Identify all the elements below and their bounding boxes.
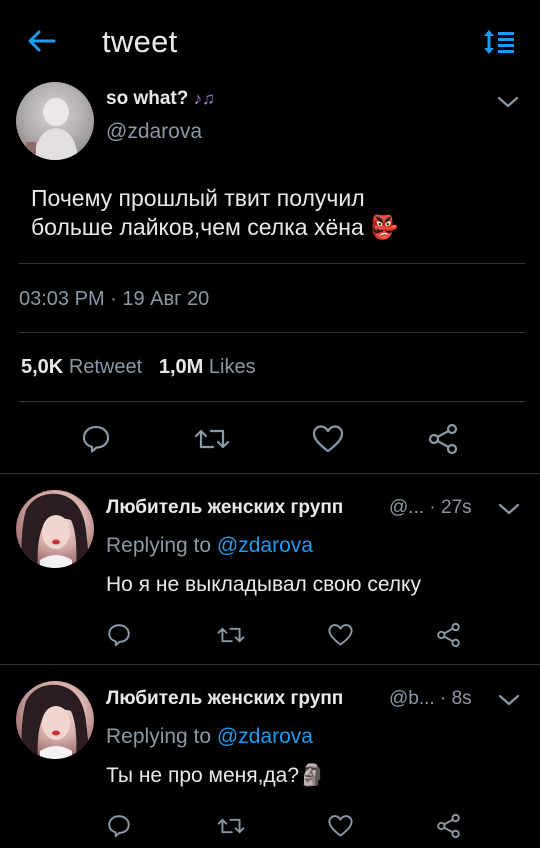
divider (19, 263, 525, 264)
divider (19, 401, 525, 402)
reply-time: · 8s (439, 688, 472, 709)
share-icon[interactable] (426, 423, 460, 455)
replying-to-link[interactable]: @zdarova (217, 534, 313, 557)
page-title: tweet (102, 24, 178, 59)
likes-count[interactable]: 1,0M (159, 356, 203, 378)
avatar-photo (21, 684, 90, 759)
replying-to-link[interactable]: @zdarova (217, 725, 313, 748)
tweet-stats: 5,0K Retweet 1,0M Likes (21, 356, 256, 379)
retweet-icon[interactable] (217, 813, 245, 839)
chevron-down-icon[interactable] (496, 94, 520, 110)
display-name[interactable]: Любитель женских групп (106, 497, 343, 519)
reply-icon[interactable] (80, 423, 112, 455)
sort-icon[interactable] (482, 26, 518, 58)
goblin-emoji: 👺 (370, 214, 399, 240)
reply-icon[interactable] (106, 622, 132, 648)
moai-emoji: 🗿 (299, 764, 326, 787)
divider (0, 473, 540, 474)
chevron-down-icon[interactable] (497, 692, 521, 708)
reply-handle-time: @... · 27s (389, 497, 472, 519)
retweet-icon[interactable] (217, 622, 245, 648)
reply-time: · 27s (429, 497, 472, 518)
retweets-label[interactable]: Retweet (69, 356, 142, 378)
avatar[interactable] (16, 681, 94, 759)
avatar-photo (26, 98, 78, 160)
tweet-text: Почему прошлый твит получил больше лайко… (31, 185, 399, 240)
replying-to: Replying to @zdarova (106, 725, 313, 748)
reply-text: Ты не про меня,да?🗿 (106, 764, 326, 787)
handle[interactable]: @b... (389, 688, 435, 709)
handle[interactable]: @... (389, 497, 424, 518)
avatar-photo (21, 493, 90, 568)
divider (19, 332, 525, 333)
replying-to: Replying to @zdarova (106, 534, 313, 557)
share-icon[interactable] (435, 622, 462, 648)
display-name[interactable]: so what? ♪♫ (106, 88, 215, 110)
timestamp: 03:03 PM · 19 Авг 20 (19, 288, 210, 310)
like-icon[interactable] (327, 622, 354, 648)
display-name[interactable]: Любитель женских групп (106, 688, 343, 710)
back-arrow-icon[interactable] (24, 26, 60, 56)
divider (0, 664, 540, 665)
like-icon[interactable] (327, 813, 354, 839)
share-icon[interactable] (435, 813, 462, 839)
likes-label[interactable]: Likes (209, 356, 256, 378)
music-notes-emoji: ♪♫ (193, 89, 215, 108)
like-icon[interactable] (311, 423, 345, 455)
chevron-down-icon[interactable] (497, 501, 521, 517)
reply-icon[interactable] (106, 813, 132, 839)
avatar[interactable] (16, 490, 94, 568)
retweet-icon[interactable] (194, 423, 230, 455)
handle[interactable]: @zdarova (106, 120, 202, 144)
retweets-count[interactable]: 5,0K (21, 356, 63, 378)
avatar[interactable] (16, 82, 94, 160)
top-bar: tweet (0, 0, 540, 84)
reply-text: Но я не выкладывал свою селку (106, 573, 421, 596)
reply-handle-time: @b... · 8s (389, 688, 472, 710)
